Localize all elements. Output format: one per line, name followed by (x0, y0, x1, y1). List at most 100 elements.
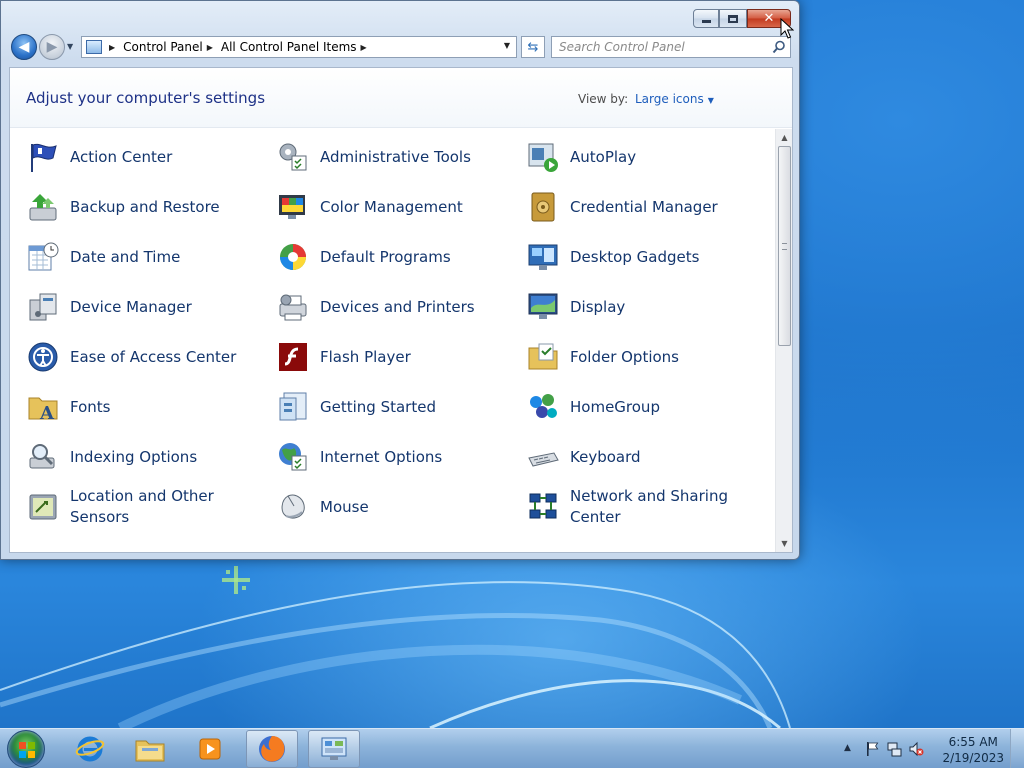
taskbar-media-player[interactable] (184, 730, 236, 768)
show-desktop-button[interactable] (1010, 729, 1024, 768)
search-icon[interactable] (772, 40, 786, 54)
item-device-manager[interactable]: Device Manager (26, 287, 266, 327)
item-indexing-options[interactable]: Indexing Options (26, 437, 266, 477)
backup-icon (29, 194, 57, 221)
control-panel-icon (321, 737, 347, 760)
item-getting-started[interactable]: Getting Started (276, 387, 516, 427)
flash-icon (279, 343, 307, 371)
forward-arrow-icon: ▶ (46, 39, 58, 55)
item-internet-options[interactable]: Internet Options (276, 437, 516, 477)
flag-icon (31, 143, 57, 172)
monitor-icon (528, 293, 558, 319)
item-devices-and-printers[interactable]: Devices and Printers (276, 287, 516, 327)
item-display[interactable]: Display (526, 287, 766, 327)
content-header: Adjust your computer's settings View by:… (10, 68, 792, 128)
color-icon (279, 195, 305, 219)
item-backup-and-restore[interactable]: Backup and Restore (26, 187, 266, 227)
item-credential-manager[interactable]: Credential Manager (526, 187, 766, 227)
breadcrumb-separator-icon[interactable]: ▶ (207, 43, 213, 52)
item-location-and-other-sensors[interactable]: Location and Other Sensors (26, 487, 266, 527)
homegroup-icon (530, 394, 557, 418)
printer-icon (279, 294, 307, 321)
taskbar-firefox[interactable] (246, 730, 298, 768)
network-icon[interactable] (886, 741, 902, 757)
item-date-and-time[interactable]: Date and Time (26, 237, 266, 277)
page-title: Adjust your computer's settings (26, 89, 266, 107)
system-tray: ▲ 6:55 AM 2/19/2023 (834, 729, 1024, 768)
clock-date: 2/19/2023 (942, 751, 1004, 765)
minimize-button[interactable] (693, 9, 719, 28)
scroll-up-icon[interactable]: ▲ (776, 129, 793, 146)
taskbar-control-panel[interactable] (308, 730, 360, 768)
item-label: Internet Options (320, 447, 443, 466)
windows-logo-icon (19, 742, 35, 758)
recent-pages-dropdown[interactable]: ▼ (67, 42, 77, 52)
item-default-programs[interactable]: Default Programs (276, 237, 516, 277)
item-administrative-tools[interactable]: Administrative Tools (276, 137, 516, 177)
item-label: Ease of Access Center (70, 347, 237, 366)
tools-icon (279, 143, 307, 171)
item-fonts[interactable]: A Fonts (26, 387, 266, 427)
device-manager-icon (29, 293, 57, 321)
view-by-dropdown[interactable]: Large icons ▼ (635, 92, 714, 106)
breadcrumb-separator-icon[interactable]: ▶ (361, 43, 367, 52)
start-button[interactable] (7, 730, 45, 768)
item-label: Folder Options (570, 347, 679, 366)
svg-text:A: A (39, 403, 55, 424)
item-action-center[interactable]: Action Center (26, 137, 266, 177)
vertical-scrollbar[interactable]: ▲ ▼ (775, 129, 792, 552)
clock[interactable]: 6:55 AM 2/19/2023 (942, 734, 1004, 766)
item-folder-options[interactable]: Folder Options (526, 337, 766, 377)
item-autoplay[interactable]: AutoPlay (526, 137, 766, 177)
item-ease-of-access-center[interactable]: Ease of Access Center (26, 337, 266, 377)
scroll-grip-icon (782, 243, 787, 250)
back-arrow-icon: ◀ (18, 39, 30, 55)
sensor-icon (29, 494, 57, 520)
minimize-icon (701, 20, 711, 23)
scroll-down-icon[interactable]: ▼ (776, 535, 793, 552)
taskbar: ▲ 6:55 AM 2/19/2023 (0, 728, 1024, 768)
refresh-icon: ⇆ (527, 39, 539, 55)
breadcrumb-control-panel[interactable]: Control Panel (123, 40, 203, 54)
item-label: Desktop Gadgets (570, 247, 700, 266)
item-label: Backup and Restore (70, 197, 220, 216)
fonts-icon: A (28, 397, 58, 424)
item-keyboard[interactable]: Keyboard (526, 437, 766, 477)
search-input[interactable] (559, 40, 759, 54)
scroll-thumb[interactable] (778, 146, 791, 346)
item-label: Color Management (320, 197, 463, 216)
forward-button[interactable]: ▶ (39, 34, 65, 60)
address-history-dropdown-icon[interactable]: ▼ (504, 41, 510, 50)
taskbar-internet-explorer[interactable] (64, 730, 116, 768)
item-label: Indexing Options (70, 447, 198, 466)
folder-icon (528, 343, 558, 370)
volume-muted-icon[interactable] (908, 741, 924, 757)
back-button[interactable]: ◀ (11, 34, 37, 60)
item-homegroup[interactable]: HomeGroup (526, 387, 766, 427)
item-label: Fonts (70, 397, 111, 416)
breadcrumb-all-items[interactable]: All Control Panel Items (221, 40, 357, 54)
maximize-icon (728, 14, 738, 23)
address-bar[interactable]: ▶ Control Panel ▶ All Control Panel Item… (81, 36, 517, 58)
show-hidden-icons-icon[interactable]: ▲ (844, 743, 860, 759)
item-flash-player[interactable]: Flash Player (276, 337, 516, 377)
item-network-and-sharing-center[interactable]: Network and Sharing Center (526, 487, 766, 527)
chevron-down-icon: ▼ (67, 42, 74, 51)
taskbar-windows-explorer[interactable] (124, 730, 176, 768)
item-label: Action Center (70, 147, 173, 166)
action-center-flag-icon[interactable] (864, 741, 880, 757)
view-by-value: Large icons (635, 92, 704, 106)
globe-icon (279, 443, 307, 471)
control-panel-icon (86, 40, 102, 54)
media-player-icon (199, 738, 221, 760)
clock-time: 6:55 AM (948, 735, 998, 749)
item-label: Device Manager (70, 297, 192, 316)
item-label: Location and Other Sensors (70, 487, 214, 526)
maximize-button[interactable] (719, 9, 747, 28)
item-color-management[interactable]: Color Management (276, 187, 516, 227)
item-label: Default Programs (320, 247, 451, 266)
breadcrumb-separator-icon[interactable]: ▶ (109, 43, 115, 52)
item-mouse[interactable]: Mouse (276, 487, 516, 527)
refresh-button[interactable]: ⇆ (521, 36, 545, 58)
item-desktop-gadgets[interactable]: Desktop Gadgets (526, 237, 766, 277)
